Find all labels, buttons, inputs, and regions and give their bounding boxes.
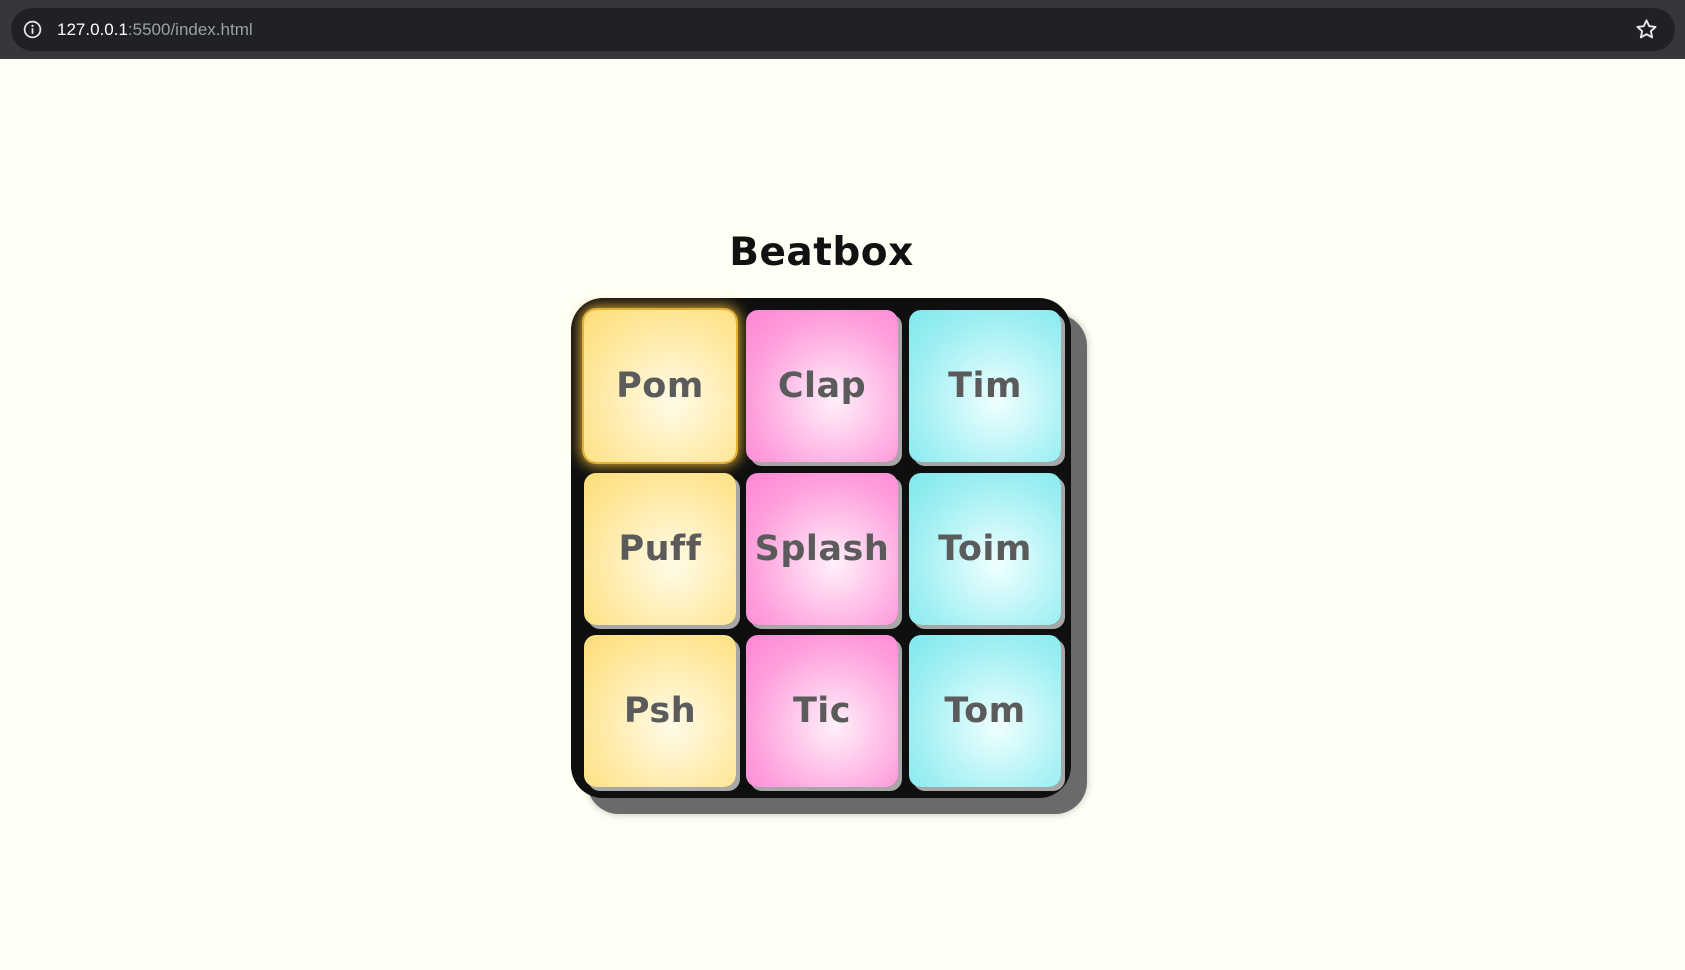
pad-label: Toim bbox=[938, 529, 1032, 569]
pad-tic[interactable]: Tic bbox=[746, 635, 898, 787]
pad-clap[interactable]: Clap bbox=[746, 310, 898, 462]
pad-splash[interactable]: Splash bbox=[746, 473, 898, 625]
pad-label: Tom bbox=[944, 691, 1026, 731]
info-icon[interactable] bbox=[22, 19, 43, 40]
url-path: :5500/index.html bbox=[127, 20, 253, 39]
pad-puff[interactable]: Puff bbox=[584, 473, 736, 625]
page-title: Beatbox bbox=[729, 230, 914, 275]
pad-label: Splash bbox=[754, 529, 890, 569]
url-text[interactable]: 127.0.0.1:5500/index.html bbox=[57, 18, 253, 41]
star-icon[interactable] bbox=[1634, 17, 1659, 42]
pad-tom[interactable]: Tom bbox=[909, 635, 1061, 787]
pad-psh[interactable]: Psh bbox=[584, 635, 736, 787]
pad-label: Psh bbox=[623, 691, 697, 731]
pad-toim[interactable]: Toim bbox=[909, 473, 1061, 625]
address-bar[interactable] bbox=[11, 8, 1675, 51]
pad-pom[interactable]: Pom bbox=[584, 310, 736, 462]
pad-label: Tim bbox=[948, 366, 1022, 406]
pad-label: Tic bbox=[792, 691, 852, 731]
drum-pad-board: Pom Clap Tim Puff Splash Toim Psh Tic To… bbox=[571, 298, 1071, 798]
browser-toolbar: 127.0.0.1:5500/index.html bbox=[0, 0, 1685, 59]
url-host: 127.0.0.1 bbox=[57, 20, 128, 39]
pad-label: Puff bbox=[618, 529, 702, 569]
pad-tim[interactable]: Tim bbox=[909, 310, 1061, 462]
pad-label: Pom bbox=[616, 366, 704, 406]
pad-label: Clap bbox=[777, 366, 867, 406]
